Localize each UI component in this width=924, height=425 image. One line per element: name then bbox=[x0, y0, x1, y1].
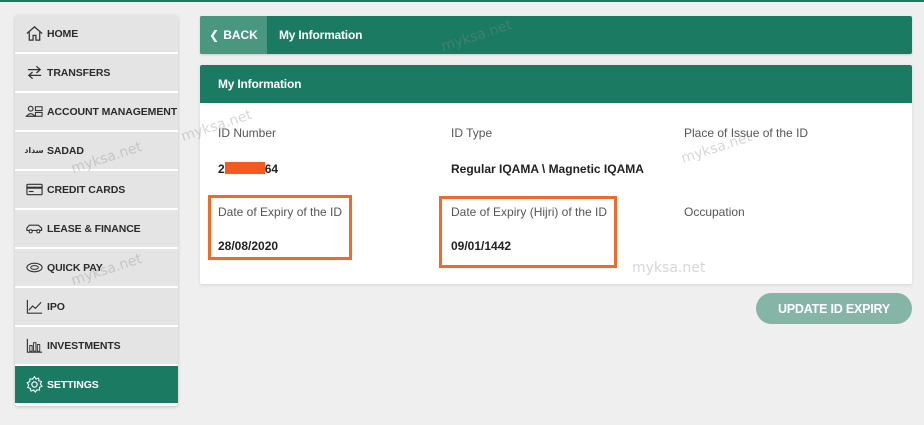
sidebar-item-transfers[interactable]: TRANSFERS bbox=[15, 54, 178, 93]
credit-card-icon bbox=[24, 180, 44, 200]
place-of-issue-label: Place of Issue of the ID bbox=[684, 126, 809, 140]
redaction-bar bbox=[224, 162, 265, 174]
sidebar-item-quick-pay[interactable]: QUICK PAY bbox=[15, 249, 178, 288]
page-header: ❮ BACK My Information bbox=[200, 16, 912, 54]
back-button-label: BACK bbox=[223, 28, 258, 42]
account-users-icon bbox=[24, 102, 44, 122]
chevron-left-icon: ❮ bbox=[209, 28, 220, 42]
sidebar-menu: HOME TRANSFERS ACCOUNT MANAGEMENT سداد S… bbox=[15, 15, 178, 406]
home-icon bbox=[24, 24, 44, 44]
sidebar-item-investments[interactable]: INVESTMENTS bbox=[15, 327, 178, 366]
card-title: My Information bbox=[200, 65, 912, 103]
id-type-value: Regular IQAMA \ Magnetic IQAMA bbox=[451, 162, 644, 176]
sidebar-item-label: CREDIT CARDS bbox=[47, 183, 126, 196]
gear-icon bbox=[24, 375, 44, 395]
occupation-label: Occupation bbox=[684, 205, 745, 219]
update-id-expiry-button[interactable]: UPDATE ID EXPIRY bbox=[756, 293, 912, 324]
bar-chart-icon bbox=[24, 336, 44, 356]
sidebar-item-label: LEASE & FINANCE bbox=[47, 222, 141, 235]
id-type-label: ID Type bbox=[451, 126, 493, 140]
sidebar-item-ipo[interactable]: IPO bbox=[15, 288, 178, 327]
top-accent-line bbox=[0, 0, 924, 2]
sidebar-item-home[interactable]: HOME bbox=[15, 15, 178, 54]
sidebar-item-label: INVESTMENTS bbox=[47, 339, 121, 352]
sadad-logo-icon: سداد bbox=[24, 146, 44, 155]
sidebar-item-credit-cards[interactable]: CREDIT CARDS bbox=[15, 171, 178, 210]
sidebar-item-label: TRANSFERS bbox=[47, 66, 111, 79]
sidebar-item-label: IPO bbox=[47, 300, 65, 313]
sidebar-item-account-management[interactable]: ACCOUNT MANAGEMENT bbox=[15, 93, 178, 132]
sidebar-item-label: ACCOUNT MANAGEMENT bbox=[47, 105, 178, 118]
sidebar-item-lease-finance[interactable]: LEASE & FINANCE bbox=[15, 210, 178, 249]
page-title: My Information bbox=[279, 28, 363, 42]
sidebar-item-label: QUICK PAY bbox=[47, 261, 103, 274]
quick-pay-icon bbox=[24, 258, 44, 278]
car-icon bbox=[24, 219, 44, 239]
expiry-date-highlight-box bbox=[208, 195, 352, 260]
transfer-arrows-icon bbox=[24, 63, 44, 83]
back-button[interactable]: ❮ BACK bbox=[200, 16, 267, 54]
id-number-value: 2 64 bbox=[218, 162, 279, 176]
sidebar-item-settings[interactable]: SETTINGS bbox=[15, 366, 178, 403]
sidebar-item-sadad[interactable]: سداد SADAD bbox=[15, 132, 178, 171]
expiry-hijri-highlight-box bbox=[439, 196, 617, 268]
sidebar-item-label: SADAD bbox=[47, 144, 84, 157]
my-information-card: My Information ID Number 2 64 ID Type Reg… bbox=[200, 65, 912, 284]
sidebar-item-label: SETTINGS bbox=[47, 378, 99, 391]
sidebar-item-label: HOME bbox=[47, 27, 79, 40]
id-number-label: ID Number bbox=[218, 126, 277, 140]
chart-trend-icon bbox=[24, 297, 44, 317]
